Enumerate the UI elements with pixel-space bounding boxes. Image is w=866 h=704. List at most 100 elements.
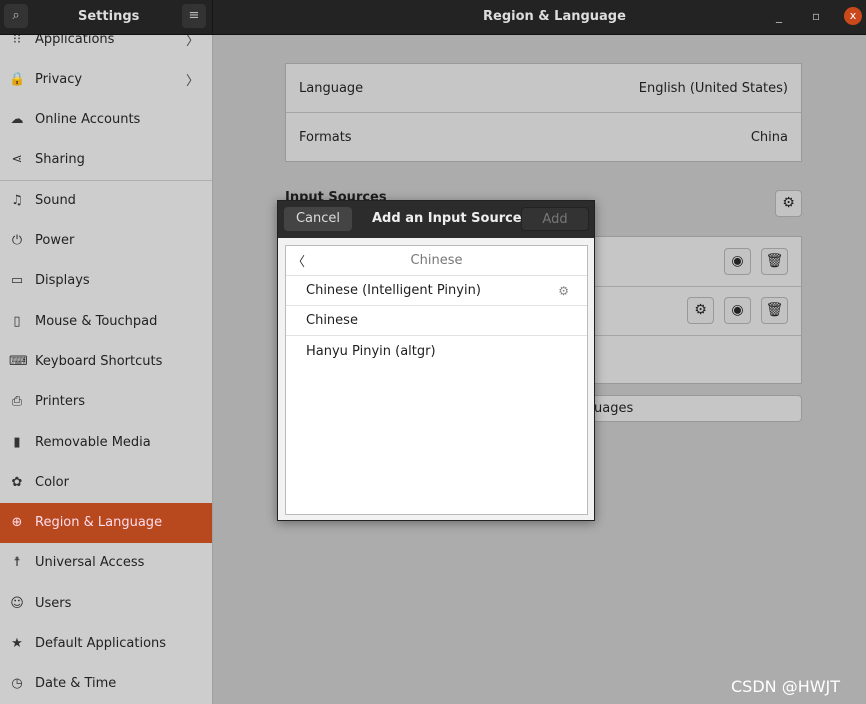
formats-row[interactable]: Formats China: [286, 113, 801, 162]
sidebar-icon: ⎙: [11, 394, 23, 410]
list-item[interactable]: Chinese (Intelligent Pinyin) ⚙: [286, 276, 587, 306]
sidebar-icon: ▭: [10, 273, 24, 289]
formats-value: China: [750, 130, 788, 145]
list-item[interactable]: Hanyu Pinyin (altgr): [286, 336, 587, 366]
trash-icon: 🗑: [765, 302, 784, 318]
sidebar-item-label: Privacy: [35, 71, 83, 87]
sidebar-icon: ⊕: [11, 515, 23, 531]
eye-icon: ◉: [731, 302, 744, 318]
sidebar-item-sharing[interactable]: ⋖ Sharing: [0, 140, 212, 180]
remove-button[interactable]: 🗑: [761, 297, 788, 324]
item-label: Chinese: [306, 313, 358, 328]
sidebar-icon: ⏻: [11, 233, 23, 248]
list-item[interactable]: Chinese: [286, 306, 587, 336]
chevron-right-icon: 〉: [185, 35, 199, 49]
sidebar-icon: ☺: [10, 595, 24, 611]
chevron-left-icon: 〈: [292, 255, 306, 270]
sidebar-icon: ◷: [11, 676, 23, 692]
sidebar-item-keyboard-shortcuts[interactable]: ⌨ Keyboard Shortcuts: [0, 341, 212, 381]
sidebar-title: Settings: [78, 9, 140, 24]
sidebar-item-label: Date & Time: [35, 676, 117, 692]
sidebar-icon: ✿: [11, 474, 23, 490]
sidebar-item-label: Power: [35, 233, 75, 248]
trash-icon: 🗑: [765, 253, 784, 269]
sidebar-item-label: Displays: [35, 273, 90, 289]
gear-icon: ⚙: [782, 195, 795, 211]
input-source-list: 〈 Chinese Chinese (Intelligent Pinyin) ⚙ …: [285, 245, 588, 515]
sidebar-icon: ☁: [10, 112, 24, 128]
preview-button[interactable]: ◉: [724, 297, 751, 324]
header-bar: ⌕ Settings ≡ Region & Language _ ▫ x: [0, 0, 866, 35]
cancel-button[interactable]: Cancel: [284, 207, 352, 231]
chevron-right-icon: 〉: [185, 73, 199, 89]
close-button[interactable]: x: [844, 7, 862, 25]
sidebar-item-online-accounts[interactable]: ☁ Online Accounts: [0, 100, 212, 140]
group-title: Chinese: [410, 253, 463, 268]
sidebar-item-power[interactable]: ⏻ Power: [0, 221, 212, 261]
maximize-button[interactable]: ▫: [812, 9, 820, 23]
sidebar-item-label: Sharing: [35, 152, 85, 168]
search-button[interactable]: ⌕: [4, 4, 28, 28]
window-title: Region & Language: [483, 9, 626, 24]
add-input-source-dialog: Cancel Add an Input Source Add 〈 Chinese…: [277, 200, 595, 521]
input-settings-button[interactable]: ⚙: [775, 190, 802, 217]
sidebar-icon: 🔒: [9, 71, 26, 87]
search-icon: ⌕: [12, 8, 20, 23]
dialog-header: Cancel Add an Input Source Add: [278, 201, 594, 238]
preview-button[interactable]: ◉: [724, 248, 751, 275]
sidebar-item-label: Applications: [35, 35, 115, 47]
sidebar-item-label: Users: [35, 595, 72, 611]
dialog-title: Add an Input Source: [372, 211, 522, 226]
sidebar-item-applications[interactable]: ⁝⁝ Applications 〉: [0, 35, 212, 59]
sidebar-item-label: Region & Language: [35, 515, 163, 531]
remove-button[interactable]: 🗑: [761, 248, 788, 275]
sidebar-item-displays[interactable]: ▭ Displays: [0, 261, 212, 301]
source-settings-button[interactable]: ⚙: [687, 297, 714, 324]
sidebar-item-removable-media[interactable]: ▮ Removable Media: [0, 422, 212, 462]
item-label: Chinese (Intelligent Pinyin): [306, 283, 481, 298]
add-button[interactable]: Add: [521, 207, 589, 231]
sidebar-item-universal-access[interactable]: ☨ Universal Access: [0, 543, 212, 583]
sidebar-item-label: Keyboard Shortcuts: [35, 353, 163, 369]
sidebar-icon: ♫: [11, 192, 23, 208]
sidebar-item-users[interactable]: ☺ Users: [0, 583, 212, 623]
manage-languages-label: uages: [594, 401, 634, 416]
sidebar-item-label: Color: [35, 474, 69, 490]
sidebar-icon: ▮: [13, 434, 21, 450]
hamburger-icon: ≡: [188, 8, 200, 23]
sidebar-item-label: Sound: [35, 192, 76, 208]
sidebar-item-printers[interactable]: ⎙ Printers: [0, 382, 212, 422]
sidebar-item-label: Universal Access: [35, 555, 145, 571]
sidebar-icon: ⁝⁝: [12, 35, 22, 47]
sidebar-item-label: Online Accounts: [35, 112, 141, 128]
sidebar-icon: ▯: [13, 313, 21, 329]
sidebar-item-color[interactable]: ✿ Color: [0, 462, 212, 502]
sidebar-item-date-time[interactable]: ◷ Date & Time: [0, 664, 212, 704]
menu-button[interactable]: ≡: [182, 4, 206, 28]
back-row[interactable]: 〈 Chinese: [286, 246, 587, 276]
formats-label: Formats: [299, 130, 352, 145]
sidebar-item-default-applications[interactable]: ★ Default Applications: [0, 624, 212, 664]
language-row[interactable]: Language English (United States): [286, 64, 801, 113]
sidebar-item-sound[interactable]: ♫ Sound: [0, 180, 212, 220]
gear-icon: ⚙: [694, 302, 707, 318]
item-label: Hanyu Pinyin (altgr): [306, 343, 436, 359]
watermark: CSDN @HWJT: [731, 677, 841, 696]
language-value: English (United States): [638, 80, 788, 96]
gears-icon: ⚙: [558, 283, 569, 298]
sidebar-icon: ⋖: [11, 152, 23, 168]
sidebar-item-privacy[interactable]: 🔒 Privacy 〉: [0, 59, 212, 99]
eye-icon: ◉: [731, 253, 744, 269]
sidebar-icon: ☨: [13, 555, 21, 571]
sidebar-icon: ★: [11, 636, 23, 651]
sidebar-header: ⌕ Settings ≡: [0, 0, 213, 35]
sidebar-item-mouse-touchpad[interactable]: ▯ Mouse & Touchpad: [0, 301, 212, 341]
sidebar-item-label: Default Applications: [35, 636, 167, 651]
language-label: Language: [299, 80, 364, 96]
sidebar-item-label: Printers: [35, 394, 86, 410]
sidebar-item-region-language[interactable]: ⊕ Region & Language: [0, 502, 212, 543]
minimize-button[interactable]: _: [776, 9, 782, 23]
sidebar-item-label: Removable Media: [35, 434, 151, 450]
sidebar: ⁝⁝ Applications 〉 🔒 Privacy 〉 ☁ Online Accounts…: [0, 35, 213, 704]
language-card: Language English (United States) Formats…: [285, 63, 802, 162]
